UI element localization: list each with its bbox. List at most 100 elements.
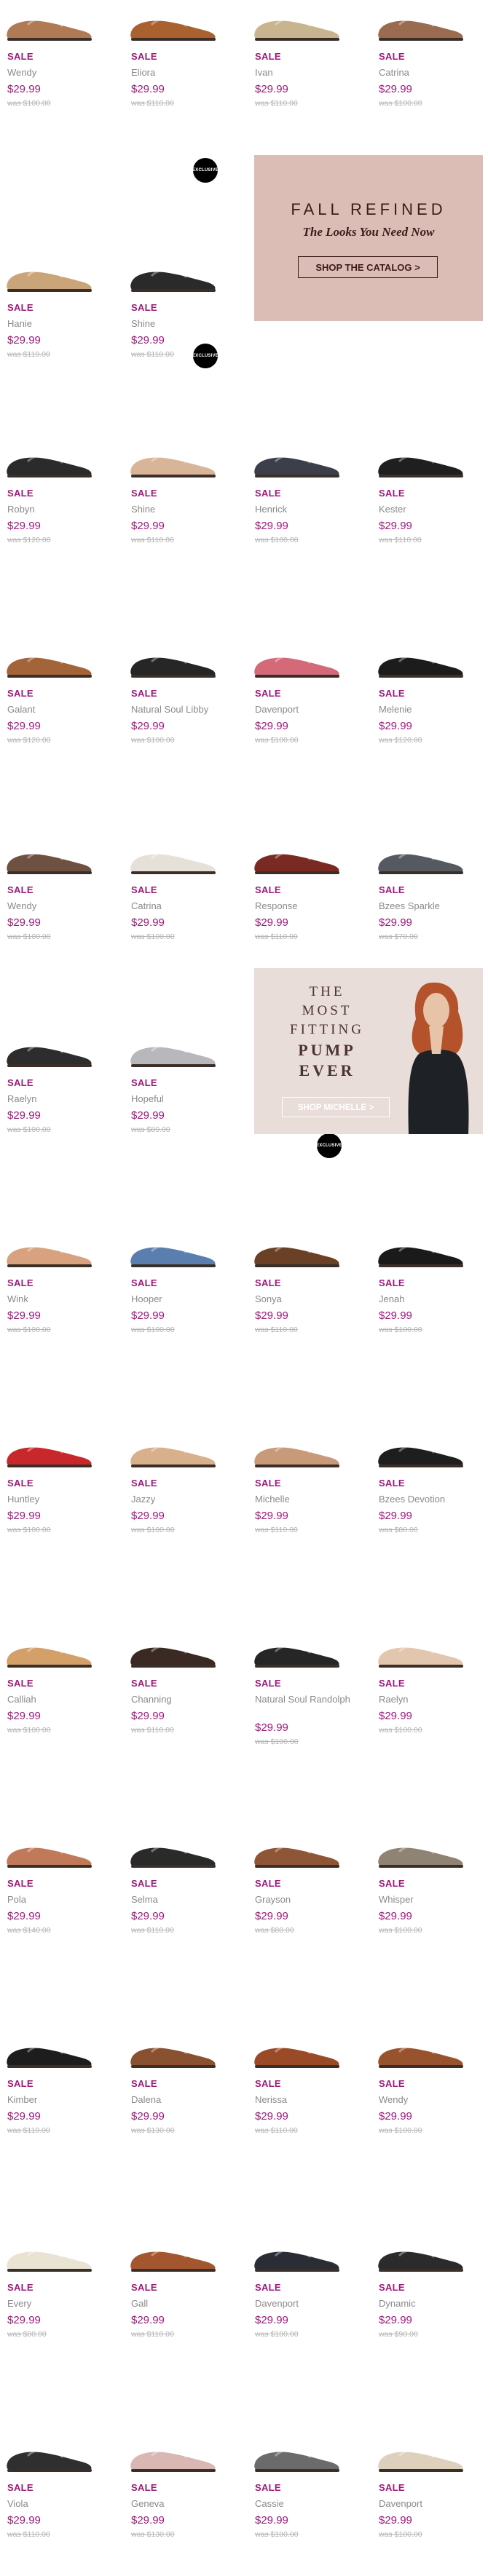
product-image[interactable] — [371, 637, 470, 681]
product-image[interactable] — [248, 637, 346, 681]
product-tile[interactable]: SALE Cassie $29.99 was $100.00 — [248, 2337, 357, 2539]
product-name[interactable]: Natural Soul Libby — [131, 704, 208, 715]
product-tile[interactable]: SALE Henrick $29.99 was $100.00 — [248, 342, 357, 544]
product-name[interactable]: Eliora — [131, 67, 155, 78]
product-name[interactable]: Raelyn — [7, 1093, 36, 1104]
product-name[interactable]: Dynamic — [379, 2298, 416, 2309]
product-name[interactable]: Geneva — [131, 2498, 165, 2509]
product-name[interactable]: Every — [7, 2298, 31, 2309]
product-name[interactable]: Calliah — [7, 1694, 36, 1705]
product-name[interactable]: Jazzy — [131, 1494, 155, 1505]
product-image[interactable] — [0, 1627, 98, 1671]
product-name[interactable]: Catrina — [379, 67, 409, 78]
product-tile[interactable]: SALE Huntley $29.99 was $100.00 — [0, 1332, 109, 1534]
product-name[interactable]: Davenport — [255, 2298, 299, 2309]
product-image[interactable] — [248, 833, 346, 877]
product-tile[interactable]: SALE Michelle $29.99 was $110.00 — [248, 1332, 357, 1534]
product-image[interactable] — [124, 251, 222, 295]
product-image[interactable] — [0, 833, 98, 877]
product-image[interactable] — [124, 2431, 222, 2475]
product-tile[interactable]: SALE Davenport $29.99 was $100.00 — [371, 2337, 481, 2539]
product-image[interactable] — [124, 437, 222, 480]
product-tile[interactable]: SALE Robyn $29.99 was $120.00 — [0, 342, 109, 544]
product-name[interactable]: Kester — [379, 504, 406, 515]
product-tile[interactable]: SALE Kimber $29.99 was $110.00 — [0, 1933, 109, 2135]
fall-refined-promo[interactable]: FALL REFINED The Looks You Need Now SHOP… — [254, 155, 483, 321]
product-image[interactable] — [0, 2231, 98, 2275]
product-name[interactable]: Jenah — [379, 1293, 404, 1304]
product-image[interactable] — [371, 2431, 470, 2475]
product-name[interactable]: Viola — [7, 2498, 28, 2509]
product-tile[interactable]: SALE Every $29.99 was $80.00 — [0, 2136, 109, 2339]
product-name[interactable]: Grayson — [255, 1894, 291, 1905]
product-tile[interactable]: SALE Wendy $29.99 was $100.00 — [0, 739, 109, 941]
product-name[interactable]: Cassie — [255, 2498, 284, 2509]
product-image[interactable] — [371, 833, 470, 877]
product-image[interactable] — [371, 2027, 470, 2071]
product-image[interactable] — [371, 1827, 470, 1871]
product-tile[interactable]: SALE Response $29.99 was $110.00 — [248, 739, 357, 941]
product-name[interactable]: Hopeful — [131, 1093, 164, 1104]
product-tile[interactable]: SALE Catrina $29.99 was $100.00 — [124, 739, 233, 941]
product-name[interactable]: Pola — [7, 1894, 26, 1905]
product-name[interactable]: Natural Soul Randolph — [255, 1694, 350, 1705]
product-name[interactable]: Selma — [131, 1894, 158, 1905]
product-name[interactable]: Hooper — [131, 1293, 162, 1304]
product-image[interactable] — [248, 2231, 346, 2275]
product-tile[interactable]: SALE Pola $29.99 was $140.00 — [0, 1732, 109, 1935]
product-tile[interactable]: SALE Shine $29.99 was $110.00 EXCLUSIVE — [124, 156, 233, 359]
product-name[interactable]: Hanie — [7, 318, 32, 329]
product-name[interactable]: Melenie — [379, 704, 412, 715]
product-tile[interactable]: SALE Melenie $29.99 was $120.00 — [371, 542, 481, 745]
shop-catalog-button[interactable]: SHOP THE CATALOG > — [298, 256, 438, 278]
product-tile[interactable]: SALE Jazzy $29.99 was $100.00 — [124, 1332, 233, 1534]
product-name[interactable]: Whisper — [379, 1894, 414, 1905]
product-image[interactable] — [124, 2231, 222, 2275]
product-image[interactable] — [0, 1026, 98, 1070]
michelle-pump-promo[interactable]: THE MOST FITTING PUMP EVER SHOP MICHELLE… — [254, 968, 483, 1134]
product-tile[interactable]: SALE Wink $29.99 was $100.00 — [0, 1132, 109, 1334]
product-tile[interactable]: SALE Jenah $29.99 was $100.00 — [371, 1132, 481, 1334]
product-image[interactable] — [124, 1226, 222, 1270]
product-image[interactable] — [371, 1226, 470, 1270]
product-tile[interactable]: SALE Galant $29.99 was $120.00 — [0, 542, 109, 745]
product-name[interactable]: Wendy — [7, 900, 36, 911]
product-name[interactable]: Shine — [131, 504, 155, 515]
product-tile[interactable]: SALE Davenport $29.99 was $100.00 — [248, 2136, 357, 2339]
product-name[interactable]: Galant — [7, 704, 35, 715]
product-tile[interactable]: SALE Natural Soul Randolph $29.99 was $100.… — [248, 1532, 357, 1746]
product-tile[interactable]: SALE Bzees Sparkle $29.99 was $70.00 — [371, 739, 481, 941]
product-tile[interactable]: SALE Natural Soul Libby $29.99 was $100.00 — [124, 542, 233, 745]
product-image[interactable] — [124, 2027, 222, 2071]
product-image[interactable] — [0, 437, 98, 480]
product-tile[interactable]: SALE Hanie $29.99 was $110.00 — [0, 156, 109, 359]
product-name[interactable]: Nerissa — [255, 2094, 287, 2105]
product-tile[interactable]: SALE Bzees Devotion $29.99 was $80.00 — [371, 1332, 481, 1534]
product-name[interactable]: Ivan — [255, 67, 273, 78]
product-name[interactable]: Catrina — [131, 900, 162, 911]
product-name[interactable]: Sonya — [255, 1293, 282, 1304]
product-name[interactable]: Response — [255, 900, 298, 911]
product-image[interactable] — [248, 1226, 346, 1270]
product-name[interactable]: Wink — [7, 1293, 28, 1304]
product-image[interactable] — [371, 2231, 470, 2275]
product-image[interactable] — [124, 1627, 222, 1671]
product-tile[interactable]: SALE Selma $29.99 was $110.00 — [124, 1732, 233, 1935]
product-name[interactable]: Davenport — [255, 704, 299, 715]
product-tile[interactable]: SALE Nerissa $29.99 was $110.00 — [248, 1933, 357, 2135]
product-tile[interactable]: SALE Calliah $29.99 was $100.00 — [0, 1532, 109, 1735]
product-image[interactable] — [371, 1427, 470, 1470]
product-image[interactable] — [124, 833, 222, 877]
product-tile[interactable]: SALE Ivan $29.99 was $110.00 — [248, 0, 357, 153]
product-name[interactable]: Bzees Devotion — [379, 1494, 445, 1505]
product-name[interactable]: Davenport — [379, 2498, 422, 2509]
product-tile[interactable]: SALE Raelyn $29.99 was $100.00 — [371, 1532, 481, 1735]
product-tile[interactable]: SALE Hopeful $29.99 was $80.00 — [124, 932, 233, 1134]
product-tile[interactable]: SALE Raelyn $29.99 was $100.00 — [0, 932, 109, 1134]
product-image[interactable] — [371, 1627, 470, 1671]
product-image[interactable] — [0, 2027, 98, 2071]
product-image[interactable] — [124, 1427, 222, 1470]
product-image[interactable] — [371, 0, 470, 44]
product-name[interactable]: Henrick — [255, 504, 287, 515]
product-name[interactable]: Bzees Sparkle — [379, 900, 440, 911]
